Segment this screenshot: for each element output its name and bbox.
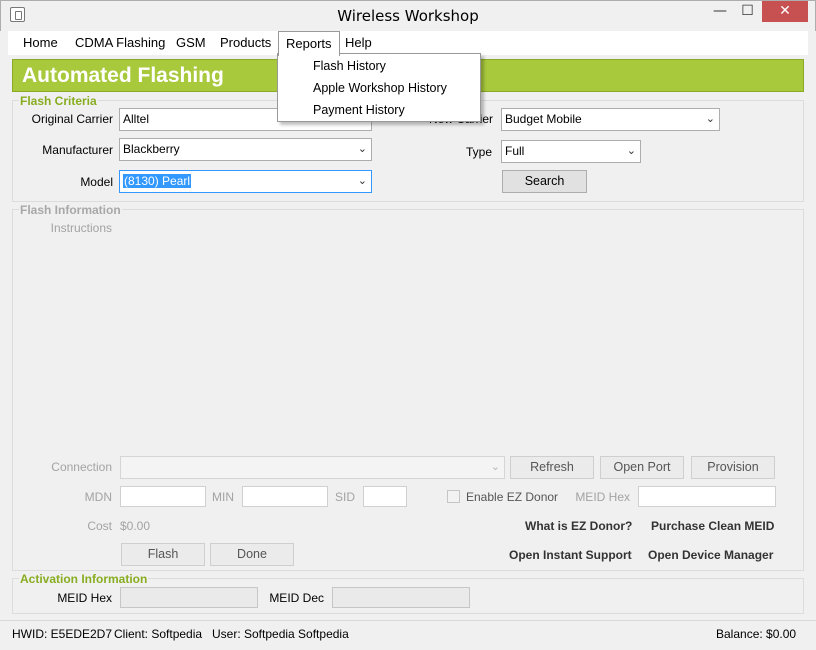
min-input[interactable] xyxy=(242,486,328,507)
sid-label: SID xyxy=(334,490,355,504)
menu-home[interactable]: Home xyxy=(16,31,65,55)
menu-cdma-flashing[interactable]: CDMA Flashing xyxy=(68,31,172,55)
meid-hex-label: MEID Hex xyxy=(575,490,630,504)
menu-gsm[interactable]: GSM xyxy=(169,31,213,55)
instructions-label: Instructions xyxy=(50,221,112,235)
menu-bar: Home CDMA Flashing GSM Products Reports … xyxy=(8,31,808,56)
chevron-down-icon: ⌄ xyxy=(705,113,715,125)
connection-label: Connection xyxy=(51,460,112,474)
maximize-button[interactable]: ☐ xyxy=(734,1,761,22)
menu-reports[interactable]: Reports xyxy=(278,31,340,56)
activation-information-label: Activation Information xyxy=(19,572,149,586)
menu-help[interactable]: Help xyxy=(338,31,379,55)
model-label: Model xyxy=(80,175,113,189)
model-value: (8130) Pearl xyxy=(123,174,192,188)
window-title: Wireless Workshop xyxy=(337,7,479,25)
open-device-manager-link[interactable]: Open Device Manager xyxy=(648,548,773,562)
cost-value: $0.00 xyxy=(120,519,151,533)
meid-hex-input[interactable] xyxy=(638,486,776,507)
chevron-down-icon: ⌄ xyxy=(490,461,500,473)
chevron-down-icon: ⌄ xyxy=(357,175,367,187)
client-text: Client: Softpedia xyxy=(114,627,203,641)
balance-text: Balance: $0.00 xyxy=(716,627,797,641)
activation-meid-dec-label: MEID Dec xyxy=(269,591,324,605)
type-select[interactable]: Full ⌄ xyxy=(501,140,641,163)
original-carrier-label: Original Carrier xyxy=(31,112,113,126)
reports-dropdown: Flash History Apple Workshop History Pay… xyxy=(277,53,481,122)
done-button[interactable]: Done xyxy=(210,543,294,566)
open-port-button[interactable]: Open Port xyxy=(600,456,684,479)
manufacturer-value: Blackberry xyxy=(123,142,180,156)
activation-meid-hex-field[interactable] xyxy=(120,587,258,608)
provision-button[interactable]: Provision xyxy=(691,456,775,479)
purchase-clean-meid-link[interactable]: Purchase Clean MEID xyxy=(651,519,774,533)
type-label: Type xyxy=(465,145,492,159)
open-instant-support-link[interactable]: Open Instant Support xyxy=(509,548,632,562)
page-title: Automated Flashing xyxy=(22,64,224,87)
chevron-down-icon: ⌄ xyxy=(357,143,367,155)
new-carrier-value: Budget Mobile xyxy=(505,112,582,126)
flash-information-group xyxy=(12,209,804,571)
ez-donor-label: Enable EZ Donor xyxy=(466,490,559,504)
activation-meid-hex-label: MEID Hex xyxy=(57,591,112,605)
min-label: MIN xyxy=(212,490,234,504)
menu-flash-history[interactable]: Flash History xyxy=(278,55,480,77)
hwid-text: HWID: E5EDE2D7 xyxy=(12,627,113,641)
flash-criteria-label: Flash Criteria xyxy=(19,94,98,108)
user-text: User: Softpedia Softpedia xyxy=(212,627,349,641)
minimize-button[interactable]: — xyxy=(707,1,733,22)
ez-donor-checkbox[interactable] xyxy=(447,490,460,503)
menu-products[interactable]: Products xyxy=(213,31,278,55)
search-button[interactable]: Search xyxy=(502,170,587,193)
connection-select[interactable]: ⌄ xyxy=(120,456,505,479)
mdn-label: MDN xyxy=(84,490,112,504)
model-select[interactable]: (8130) Pearl ⌄ xyxy=(119,170,372,193)
flash-button[interactable]: Flash xyxy=(121,543,205,566)
flash-information-label: Flash Information xyxy=(19,203,122,217)
refresh-button[interactable]: Refresh xyxy=(510,456,594,479)
manufacturer-label: Manufacturer xyxy=(42,143,113,157)
close-button[interactable]: ✕ xyxy=(762,1,808,22)
status-bar: HWID: E5EDE2D7 Client: Softpedia User: S… xyxy=(0,620,816,650)
manufacturer-select[interactable]: Blackberry ⌄ xyxy=(119,138,372,161)
activation-meid-dec-field[interactable] xyxy=(332,587,470,608)
sid-input[interactable] xyxy=(363,486,407,507)
what-is-ez-donor-link[interactable]: What is EZ Donor? xyxy=(525,519,632,533)
cost-label: Cost xyxy=(87,519,112,533)
menu-apple-workshop-history[interactable]: Apple Workshop History xyxy=(278,77,480,99)
mdn-input[interactable] xyxy=(120,486,206,507)
new-carrier-select[interactable]: Budget Mobile ⌄ xyxy=(501,108,720,131)
chevron-down-icon: ⌄ xyxy=(626,145,636,157)
menu-payment-history[interactable]: Payment History xyxy=(278,99,480,121)
original-carrier-value: Alltel xyxy=(123,112,150,126)
type-value: Full xyxy=(505,144,525,158)
